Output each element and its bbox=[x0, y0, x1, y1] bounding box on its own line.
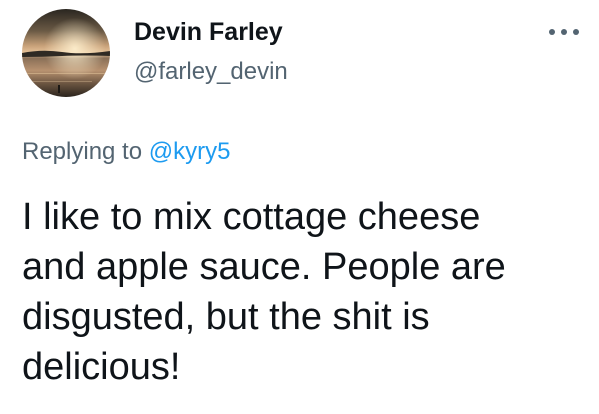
more-dots-icon bbox=[549, 29, 579, 35]
replying-to: Replying to @kyry5 bbox=[22, 138, 230, 166]
avatar[interactable] bbox=[22, 9, 110, 97]
user-handle[interactable]: @farley_devin bbox=[134, 58, 288, 86]
tweet-text: I like to mix cottage cheese and apple s… bbox=[22, 192, 582, 392]
sunset-lake-avatar-icon bbox=[22, 9, 110, 97]
reply-mention-link[interactable]: @kyry5 bbox=[149, 138, 231, 165]
tweet-text-line: disgusted, but the shit is bbox=[22, 296, 430, 338]
tweet-text-line: I like to mix cottage cheese bbox=[22, 196, 481, 238]
tweet-text-line: delicious! bbox=[22, 346, 181, 388]
tweet-text-line: and apple sauce. People are bbox=[22, 246, 506, 288]
display-name[interactable]: Devin Farley bbox=[134, 18, 283, 47]
tweet-card: Devin Farley @farley_devin Replying to @… bbox=[0, 0, 599, 414]
replying-to-label: Replying to bbox=[22, 138, 143, 165]
more-options-button[interactable] bbox=[544, 20, 584, 44]
